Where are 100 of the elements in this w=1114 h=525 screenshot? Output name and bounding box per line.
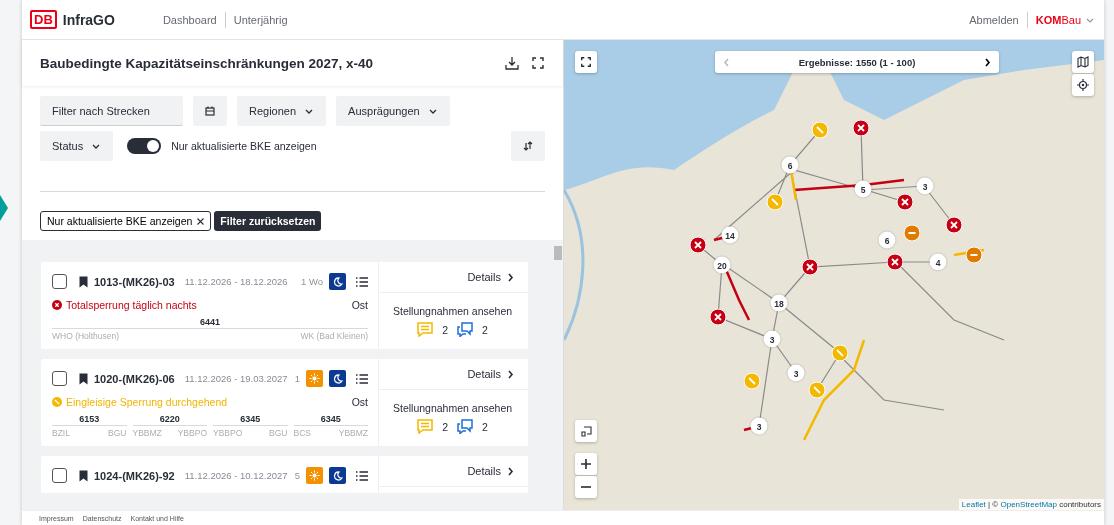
slash-marker-icon[interactable] [811, 121, 829, 139]
list-icon[interactable] [356, 469, 368, 482]
sort-icon [522, 140, 534, 152]
bookmark-icon[interactable] [79, 275, 88, 288]
slash-marker-icon[interactable] [743, 372, 761, 390]
chevron-icon [723, 57, 730, 67]
toggle-switch[interactable] [127, 138, 162, 154]
chevron-icon [984, 57, 991, 67]
cross-marker-icon[interactable] [801, 258, 819, 276]
fullscreen-icon[interactable] [531, 56, 545, 70]
cross-marker-icon[interactable] [886, 253, 904, 271]
card-id: 1020-(MK26)-06 [94, 372, 175, 385]
list-icon[interactable] [356, 275, 368, 288]
line-number: 6345 [293, 414, 368, 426]
slash-marker-icon[interactable] [831, 344, 849, 362]
station-to: BGU [269, 428, 288, 438]
station-from: WHO (Holthusen) [52, 331, 120, 341]
brand-name: InfraGO [62, 11, 115, 28]
cross-marker-icon[interactable] [709, 308, 727, 326]
chevron-icon[interactable] [0, 194, 8, 221]
product-menu[interactable]: KOMBau [1027, 13, 1085, 26]
duration: 5 [293, 470, 300, 481]
leaflet-link[interactable]: Leaflet [961, 500, 986, 509]
toggle-label: Nur aktualisierte BKE anzeigen [171, 140, 317, 152]
osm-link[interactable]: OpenStreetMap [1000, 500, 1057, 509]
station-to: YBBPO [177, 428, 207, 438]
date-range: 11.12.2026 - 10.12.2027 [184, 470, 288, 481]
status-dropdown[interactable]: Status [40, 131, 114, 161]
station-from: BCS [293, 428, 311, 438]
cross-marker-icon[interactable] [852, 119, 870, 137]
region: Ost [351, 396, 368, 408]
download-icon[interactable] [505, 56, 519, 70]
details-link[interactable]: Details [379, 262, 528, 293]
details-link[interactable]: Details [379, 359, 528, 390]
filter-chip[interactable]: Nur aktualisierte BKE anzeigen [40, 211, 212, 231]
close-icon [197, 217, 205, 225]
duration: 1 Wo [300, 276, 323, 287]
station-from: BZIL [52, 428, 70, 438]
bookmark-icon[interactable] [79, 469, 88, 482]
checkbox[interactable] [52, 468, 67, 483]
card-id: 1013-(MK26)-03 [94, 275, 175, 288]
chevron-icon [507, 369, 514, 379]
minus-marker-icon[interactable] [903, 224, 921, 242]
slash-marker-icon[interactable] [766, 193, 784, 211]
nav-link[interactable]: Dashboard [154, 13, 225, 26]
minus-marker-icon[interactable] [965, 246, 983, 264]
comment-count: 2 [442, 420, 449, 433]
calendar-icon [205, 106, 215, 116]
map-layers-button[interactable] [1072, 51, 1094, 73]
plus-icon [581, 459, 591, 469]
cross-marker-icon[interactable] [896, 193, 914, 211]
reset-filters-button[interactable]: Filter zurücksetzen [214, 211, 322, 231]
reply-icon [457, 419, 474, 434]
reply-count: 2 [482, 420, 488, 433]
line-number: 6153 [52, 414, 127, 426]
comment-count: 2 [442, 323, 449, 336]
statements-label: Stellungnahmen ansehen [393, 402, 513, 414]
checkbox[interactable] [52, 371, 67, 386]
results-count: Ergebnisse: 1550 (1 - 100) [798, 56, 916, 68]
bookmark-icon[interactable] [79, 372, 88, 385]
sort-button[interactable] [511, 131, 545, 161]
dropdown-button[interactable]: Regionen [237, 96, 327, 126]
statements-label: Stellungnahmen ansehen [393, 305, 513, 317]
map-icon [1077, 56, 1089, 68]
cross-circle-icon [52, 300, 62, 310]
chevron-icon [507, 272, 514, 282]
panel-title: Baubedingte Kapazitätseinschränkungen 2027, x-40 [40, 55, 375, 71]
cross-marker-icon[interactable] [945, 216, 963, 234]
region: Ost [351, 299, 368, 311]
dropdown-button[interactable]: Ausprägungen [336, 96, 450, 126]
restriction-type: Eingleisige Sperrung durchgehend [66, 396, 229, 408]
logout-link[interactable]: Abmelden [961, 13, 1027, 26]
comment-icon [417, 322, 434, 337]
details-link[interactable]: Details [379, 456, 528, 487]
route-filter-field[interactable]: Filter nach Strecken [40, 96, 183, 126]
frame-button[interactable] [575, 420, 597, 442]
date-range: 11.12.2026 - 18.12.2026 [184, 276, 288, 287]
reply-count: 2 [482, 323, 488, 336]
locate-icon [1077, 79, 1089, 91]
chevron-icon [507, 466, 514, 476]
map-attribution: Leaflet | © OpenStreetMap contributors [958, 499, 1104, 510]
slash-marker-icon[interactable] [808, 381, 826, 399]
duration: 1 [293, 373, 300, 384]
list-icon[interactable] [356, 372, 368, 385]
nav-link[interactable]: Unterjährig [225, 13, 296, 26]
zoom-in-button[interactable] [575, 453, 597, 475]
checkbox[interactable] [52, 274, 67, 289]
locate-button[interactable] [1072, 74, 1094, 96]
date-range: 11.12.2026 - 19.03.2027 [184, 373, 288, 384]
fullscreen-icon [580, 56, 592, 68]
next-button[interactable] [984, 57, 991, 67]
station-from: YBBMZ [132, 428, 162, 438]
cross-marker-icon[interactable] [689, 236, 707, 254]
fullscreen-button[interactable] [575, 51, 597, 73]
line-number: 6220 [132, 414, 207, 426]
calendar-button[interactable] [193, 96, 227, 126]
line-number: 6441 [52, 317, 368, 329]
station-from: YBBPO [213, 428, 243, 438]
zoom-out-button[interactable] [575, 476, 597, 498]
card-id: 1024-(MK26)-92 [94, 469, 175, 482]
